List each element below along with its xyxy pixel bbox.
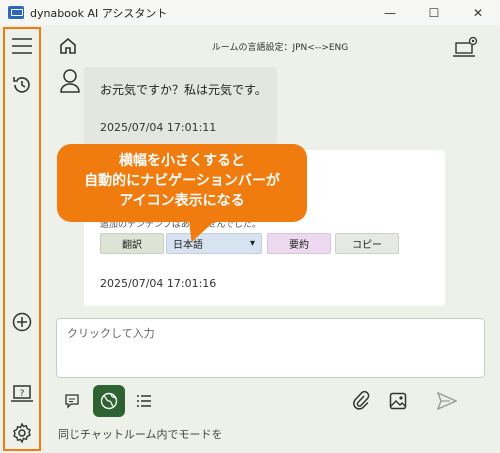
- chat-icon: [65, 394, 79, 409]
- chat-mode-button[interactable]: [58, 387, 86, 415]
- translate-mode-button[interactable]: [93, 385, 125, 417]
- list-icon: [137, 395, 151, 407]
- app-logo-icon: [8, 6, 24, 19]
- history-icon: [13, 77, 30, 93]
- paperclip-icon: [353, 391, 370, 410]
- globe-icon: [100, 392, 118, 410]
- user-message-text: お元気ですか？私は元気です。: [100, 83, 267, 97]
- home-button[interactable]: [56, 34, 80, 58]
- help-button[interactable]: ?: [5, 379, 39, 409]
- ai-message-timestamp: 2025/07/04 17:01:16: [100, 277, 217, 290]
- callout-line-3: アイコン表示になる: [119, 193, 245, 209]
- history-button[interactable]: [5, 70, 39, 100]
- window-title: dynabook AI アシスタント: [30, 6, 168, 20]
- callout-line-1: 横幅を小さくすると: [119, 153, 245, 169]
- send-button[interactable]: [433, 387, 461, 415]
- user-avatar: [59, 68, 81, 94]
- copy-button[interactable]: コピー: [335, 233, 399, 254]
- translate-button[interactable]: 翻訳: [100, 233, 164, 254]
- send-icon: [437, 392, 457, 410]
- window-controls: — ☐ ✕: [368, 0, 500, 25]
- user-icon: [60, 69, 80, 93]
- menu-button[interactable]: [5, 31, 39, 61]
- gear-icon: [13, 422, 31, 444]
- title-bar: dynabook AI アシスタント — ☐ ✕: [0, 0, 500, 25]
- settings-button[interactable]: [5, 418, 39, 448]
- room-settings-button[interactable]: [451, 33, 481, 61]
- mode-hint-text: 同じチャットルーム内でモードを: [58, 428, 223, 441]
- image-icon: [389, 392, 407, 410]
- message-input[interactable]: [56, 318, 485, 378]
- room-language-setting: ルームの言語設定：JPN<-->ENG: [211, 43, 349, 53]
- close-button[interactable]: ✕: [456, 0, 500, 25]
- add-icon: [12, 312, 32, 332]
- caret-down-icon: ▾: [249, 238, 255, 249]
- attach-button[interactable]: [347, 387, 375, 415]
- minimize-button[interactable]: —: [368, 0, 412, 25]
- callout-line-2: 自動的にナビゲーションバーが: [84, 173, 280, 189]
- user-message-bubble: お元気ですか？私は元気です。 2025/07/04 17:01:11: [84, 67, 277, 148]
- menu-icon: [12, 38, 32, 54]
- nav-sidebar: ?: [3, 27, 41, 451]
- new-chat-button[interactable]: [5, 307, 39, 337]
- laptop-gear-icon: [453, 36, 478, 57]
- list-mode-button[interactable]: [130, 387, 158, 415]
- summary-button[interactable]: 要約: [267, 233, 331, 254]
- help-icon: ?: [11, 385, 33, 402]
- user-message-timestamp: 2025/07/04 17:01:11: [100, 121, 217, 134]
- maximize-button[interactable]: ☐: [412, 0, 456, 25]
- image-button[interactable]: [384, 387, 412, 415]
- home-icon: [60, 37, 76, 54]
- svg-text:?: ?: [20, 389, 25, 399]
- annotation-callout: 横幅を小さくすると 自動的にナビゲーションバーが アイコン表示になる: [57, 144, 307, 222]
